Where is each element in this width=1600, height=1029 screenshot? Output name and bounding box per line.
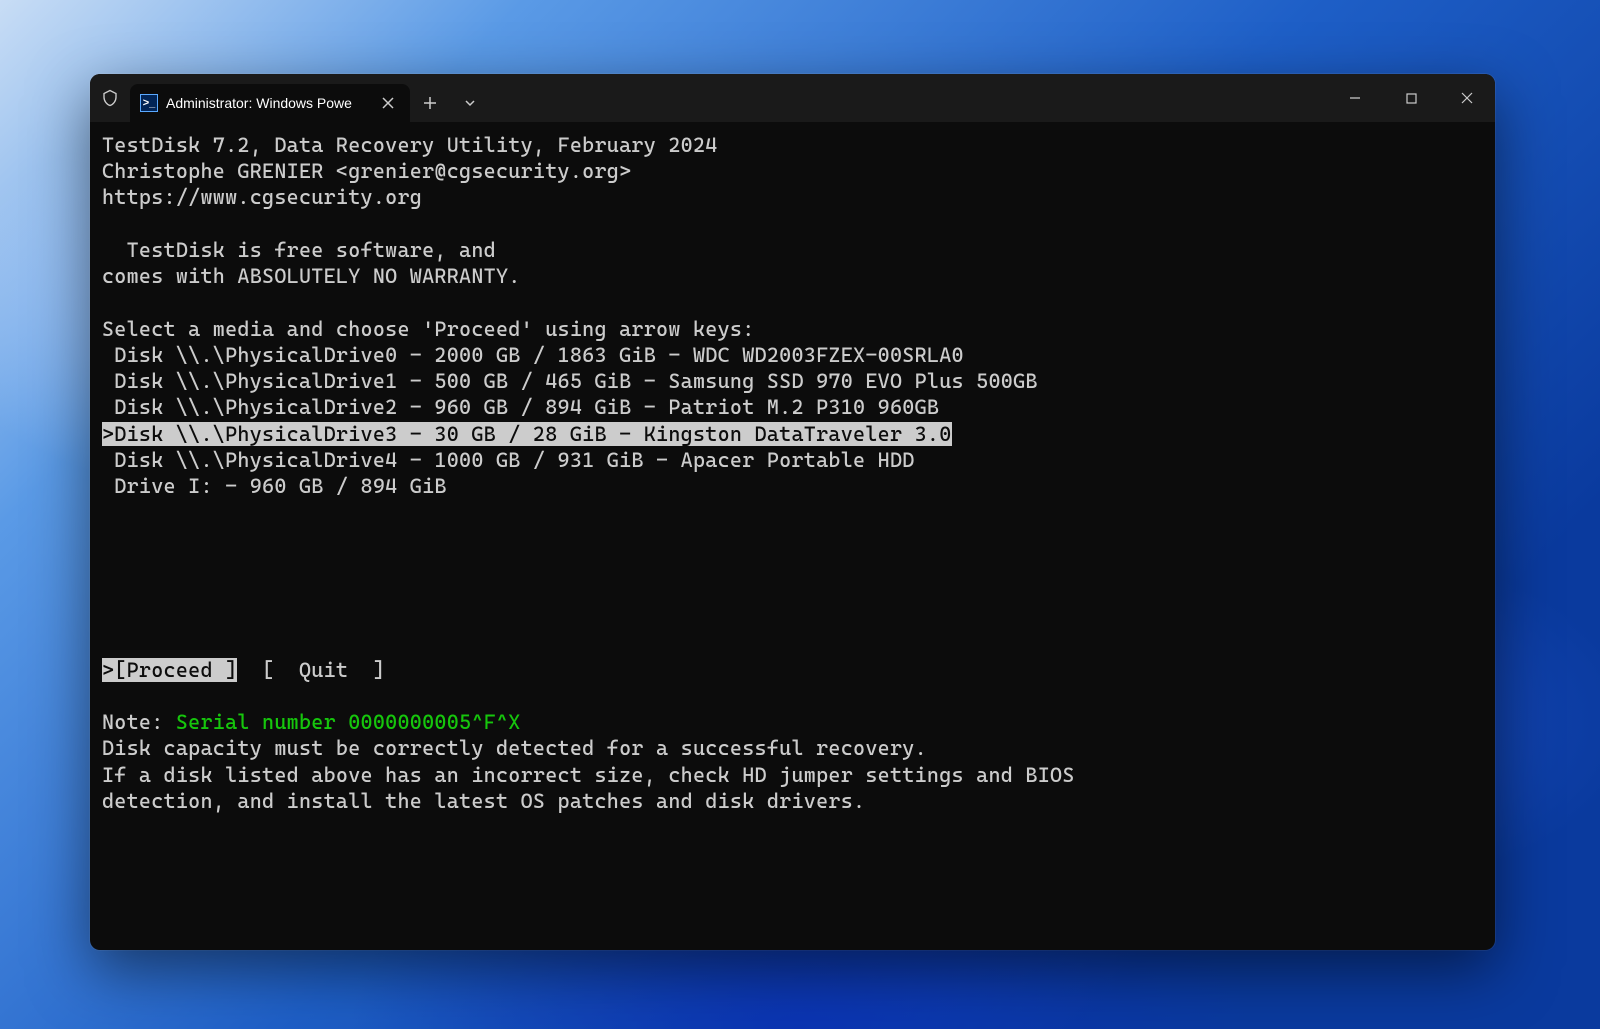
tab-dropdown-button[interactable] — [450, 84, 490, 122]
header-line: TestDisk 7.2, Data Recovery Utility, Feb… — [102, 133, 718, 157]
shield-icon — [90, 74, 130, 122]
disk-entry[interactable]: Drive I: - 960 GB / 894 GiB — [102, 474, 447, 498]
terminal-window: >_ Administrator: Windows Powe — [90, 74, 1495, 950]
close-icon[interactable] — [378, 93, 398, 113]
close-button[interactable] — [1439, 74, 1495, 122]
tab-active[interactable]: >_ Administrator: Windows Powe — [130, 84, 410, 122]
info-line: comes with ABSOLUTELY NO WARRANTY. — [102, 264, 521, 288]
header-line: https://www.cgsecurity.org — [102, 185, 422, 209]
serial-number: Serial number 0000000005^F^X — [176, 710, 521, 734]
disk-entry[interactable]: Disk \\.\PhysicalDrive1 - 500 GB / 465 G… — [102, 369, 1038, 393]
disk-entry[interactable]: Disk \\.\PhysicalDrive0 - 2000 GB / 1863… — [102, 343, 964, 367]
proceed-action[interactable]: >[Proceed ] — [102, 658, 237, 682]
tab-title: Administrator: Windows Powe — [166, 95, 370, 111]
window-controls — [1327, 74, 1495, 122]
new-tab-button[interactable] — [410, 84, 450, 122]
header-line: Christophe GRENIER <grenier@cgsecurity.o… — [102, 159, 631, 183]
disk-entry[interactable]: Disk \\.\PhysicalDrive4 - 1000 GB / 931 … — [102, 448, 915, 472]
maximize-button[interactable] — [1383, 74, 1439, 122]
minimize-button[interactable] — [1327, 74, 1383, 122]
powershell-icon: >_ — [140, 94, 158, 112]
disk-entry[interactable]: Disk \\.\PhysicalDrive2 - 960 GB / 894 G… — [102, 395, 939, 419]
quit-action[interactable]: [ Quit ] — [237, 658, 385, 682]
info-line: TestDisk is free software, and — [102, 238, 496, 262]
select-prompt: Select a media and choose 'Proceed' usin… — [102, 317, 755, 341]
note-label: Note: — [102, 710, 176, 734]
disk-entry-selected[interactable]: >Disk \\.\PhysicalDrive3 - 30 GB / 28 Gi… — [102, 422, 952, 446]
footer-line: detection, and install the latest OS pat… — [102, 789, 865, 813]
terminal-output[interactable]: TestDisk 7.2, Data Recovery Utility, Feb… — [90, 122, 1495, 950]
footer-line: Disk capacity must be correctly detected… — [102, 736, 927, 760]
titlebar[interactable]: >_ Administrator: Windows Powe — [90, 74, 1495, 122]
titlebar-left: >_ Administrator: Windows Powe — [90, 74, 490, 122]
footer-line: If a disk listed above has an incorrect … — [102, 763, 1075, 787]
